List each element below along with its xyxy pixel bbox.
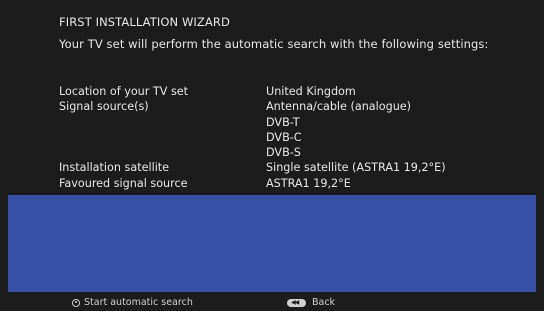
setting-value: United Kingdom [266,85,356,98]
setting-label: Signal source(s) [59,100,149,114]
setting-value: DVB-T [266,115,300,129]
back-hint[interactable]: Back [287,297,335,308]
setting-value: DVB-S [266,146,301,160]
installation-wizard-screen: FIRST INSTALLATION WIZARD Your TV set wi… [0,0,544,311]
setting-row-favoured-source: Favoured signal source ASTRA1 19,2°E [59,176,446,191]
setting-row-signal-source: Signal source(s) Antenna/cable (analogue… [59,99,446,114]
settings-summary: Location of your TV set United Kingdom S… [59,84,446,191]
wizard-title: FIRST INSTALLATION WIZARD [59,15,230,29]
wizard-subtitle: Your TV set will perform the automatic s… [59,37,489,51]
setting-label [59,145,266,160]
ok-icon [72,298,80,307]
button-hint-bar: Start automatic search Back [0,294,544,311]
setting-row-installation-satellite: Installation satellite Single satellite … [59,160,446,175]
setting-value: ASTRA1 19,2°E [266,176,351,190]
setting-row-dvb-c: DVB-C [59,130,446,145]
setting-row-dvb-t: DVB-T [59,115,446,130]
setting-label [59,130,266,145]
setting-label: Favoured signal source [59,176,188,190]
info-panel [8,195,536,292]
start-search-hint[interactable]: Start automatic search [72,297,193,308]
setting-label: Location of your TV set [59,85,189,98]
back-button-icon [287,298,306,308]
setting-label [59,115,266,130]
setting-value: Single satellite (ASTRA1 19,2°E) [266,161,446,175]
setting-row-location: Location of your TV set United Kingdom [59,84,446,99]
setting-value: DVB-C [266,130,302,144]
start-search-label: Start automatic search [84,297,193,308]
setting-label: Installation satellite [59,161,170,175]
back-label: Back [312,297,336,308]
setting-value: Antenna/cable (analogue) [266,100,412,114]
setting-row-dvb-s: DVB-S [59,145,446,160]
